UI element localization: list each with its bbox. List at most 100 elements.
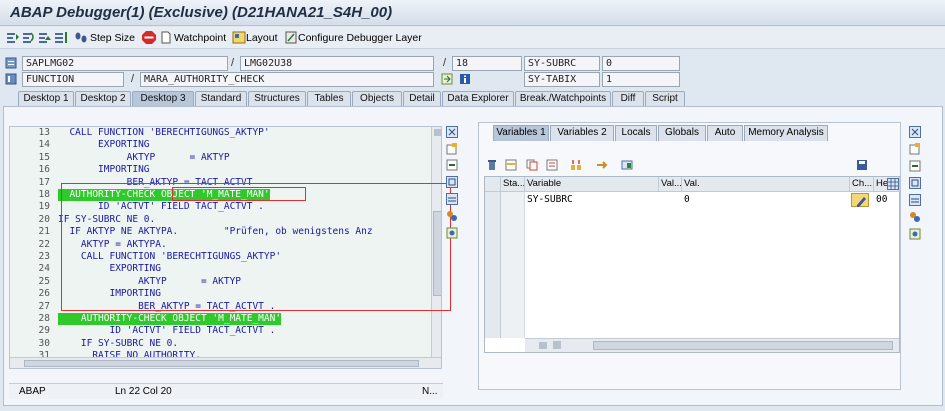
delete-icon[interactable]: [486, 159, 498, 171]
configure-debugger-layer-button[interactable]: Configure Debugger Layer: [298, 32, 422, 44]
edit-mode: N...: [422, 386, 438, 397]
edit-pencil-icon[interactable]: [851, 193, 869, 207]
column-settings-icon[interactable]: [887, 178, 899, 190]
save-icon[interactable]: [856, 159, 868, 171]
type-field: FUNCTION: [22, 72, 124, 87]
tab-auto[interactable]: Auto: [707, 125, 743, 141]
watchpoint-button[interactable]: Watchpoint: [174, 32, 226, 44]
highlight-frame-block: [61, 183, 451, 311]
tab-script[interactable]: Script: [645, 91, 685, 106]
title-bar: ABAP Debugger(1) (Exclusive) (D21HANA21_…: [0, 0, 945, 26]
grid-scroll-thumb[interactable]: [593, 341, 893, 350]
sort-icon[interactable]: [570, 159, 582, 171]
footsteps-icon[interactable]: [74, 31, 88, 44]
h-scroll-thumb[interactable]: [24, 360, 419, 367]
row-selector-column[interactable]: [485, 192, 501, 338]
scroll-right-icon[interactable]: [553, 341, 561, 349]
program-icon: [5, 57, 17, 69]
tab-locals[interactable]: Locals: [615, 125, 657, 141]
full-screen-icon[interactable]: [909, 177, 921, 189]
subrc-value: 0: [602, 56, 680, 71]
step-over-icon[interactable]: [22, 31, 36, 44]
line-number: 19: [38, 201, 50, 213]
language-label: ABAP: [19, 386, 46, 397]
line-number: 15: [38, 151, 50, 163]
code-line[interactable]: 14 EXPORTING: [10, 139, 430, 151]
new-tool-icon[interactable]: [909, 143, 921, 155]
toolbar: Step Size Watchpoint Layout Configure De…: [0, 27, 945, 49]
copy-row-icon[interactable]: [526, 159, 538, 171]
tab-break-watchpoints[interactable]: Break./Watchpoints: [515, 91, 611, 106]
stop-icon[interactable]: [142, 31, 156, 44]
tab-globals[interactable]: Globals: [658, 125, 706, 141]
tab-tables[interactable]: Tables: [307, 91, 351, 106]
include-field: LMG02U38: [240, 56, 434, 71]
code-line[interactable]: 15 AKTYP = AKTYP: [10, 152, 430, 164]
code-line[interactable]: 29 ID 'ACTVT' FIELD TACT_ACTVT .: [10, 325, 430, 337]
scroll-up-icon[interactable]: [434, 129, 441, 136]
tab-desktop-1[interactable]: Desktop 1: [18, 91, 74, 106]
layout-button[interactable]: Layout: [246, 32, 278, 44]
close-tool-icon[interactable]: [446, 126, 458, 138]
variable-name-cell[interactable]: SY-SUBRC: [527, 194, 573, 205]
step-into-icon[interactable]: [6, 31, 20, 44]
services-icon[interactable]: [446, 210, 458, 222]
new-tool-icon[interactable]: [446, 143, 458, 155]
swap-icon[interactable]: [446, 193, 458, 205]
window-title: ABAP Debugger(1) (Exclusive) (D21HANA21_…: [10, 4, 393, 21]
replace-tool-icon[interactable]: [446, 159, 458, 171]
col-value-short[interactable]: Val...: [659, 177, 682, 192]
line-number: 16: [38, 164, 50, 176]
code-line[interactable]: 28 AUTHORITY-CHECK OBJECT 'M_MATE_MAN': [10, 313, 430, 326]
col-variable[interactable]: Variable: [525, 177, 659, 192]
info-icon[interactable]: [459, 73, 471, 85]
tab-objects[interactable]: Objects: [352, 91, 402, 106]
tab-data-explorer[interactable]: Data Explorer: [442, 91, 514, 106]
tab-variables-2[interactable]: Variables 2: [550, 125, 614, 141]
tab-variables-1[interactable]: Variables 1: [493, 125, 549, 141]
line-number: 13: [38, 127, 50, 138]
code-line[interactable]: 13 CALL FUNCTION 'BERECHTIGUNGS_AKTYP': [10, 127, 430, 139]
code-line[interactable]: 30 IF SY-SUBRC NE 0.: [10, 338, 430, 350]
horizontal-scrollbar[interactable]: [10, 357, 441, 368]
line-number: 18: [38, 189, 50, 200]
paste-row-icon[interactable]: [546, 159, 558, 171]
tab-diff[interactable]: Diff: [612, 91, 644, 106]
tool-settings-icon[interactable]: [446, 227, 458, 239]
services-icon[interactable]: [909, 211, 921, 223]
tab-memory-analysis[interactable]: Memory Analysis: [744, 125, 828, 141]
col-value[interactable]: Val.: [682, 177, 850, 192]
tab-desktop-3[interactable]: Desktop 3: [132, 91, 194, 106]
layout-settings-icon[interactable]: [621, 159, 633, 171]
grid-horizontal-scrollbar[interactable]: [525, 338, 899, 352]
close-tool-icon[interactable]: [909, 126, 921, 138]
navigate-icon[interactable]: [441, 73, 453, 85]
grid-corner: [485, 177, 501, 192]
step-size-button[interactable]: Step Size: [90, 32, 135, 44]
document-icon: [161, 31, 171, 44]
tab-standard[interactable]: Standard: [195, 91, 247, 106]
replace-tool-icon[interactable]: [909, 160, 921, 172]
line-number: 21: [38, 226, 50, 238]
continue-icon[interactable]: [54, 31, 68, 44]
tab-structures[interactable]: Structures: [248, 91, 306, 106]
tab-detail[interactable]: Detail: [403, 91, 441, 106]
variable-value-cell[interactable]: 0: [684, 194, 690, 205]
code-text: IF SY-SUBRC NE 0.: [58, 337, 179, 349]
transfer-icon[interactable]: [596, 159, 608, 171]
col-change[interactable]: Ch...: [850, 177, 874, 192]
swap-icon[interactable]: [909, 194, 921, 206]
tab-desktop-2[interactable]: Desktop 2: [75, 91, 131, 106]
tabix-value: 1: [602, 72, 680, 87]
line-number: 17: [38, 176, 50, 188]
scroll-left-icon[interactable]: [539, 342, 547, 349]
col-status[interactable]: Sta...: [501, 177, 525, 192]
subrc-label: SY-SUBRC: [524, 56, 600, 71]
tool-settings-icon[interactable]: [909, 228, 921, 240]
full-screen-icon[interactable]: [446, 176, 458, 188]
cursor-position: Ln 22 Col 20: [115, 386, 172, 397]
insert-row-icon[interactable]: [505, 159, 517, 171]
return-icon[interactable]: [38, 31, 52, 44]
code-line[interactable]: 16 IMPORTING: [10, 164, 430, 176]
configure-layer-icon: [285, 31, 297, 44]
